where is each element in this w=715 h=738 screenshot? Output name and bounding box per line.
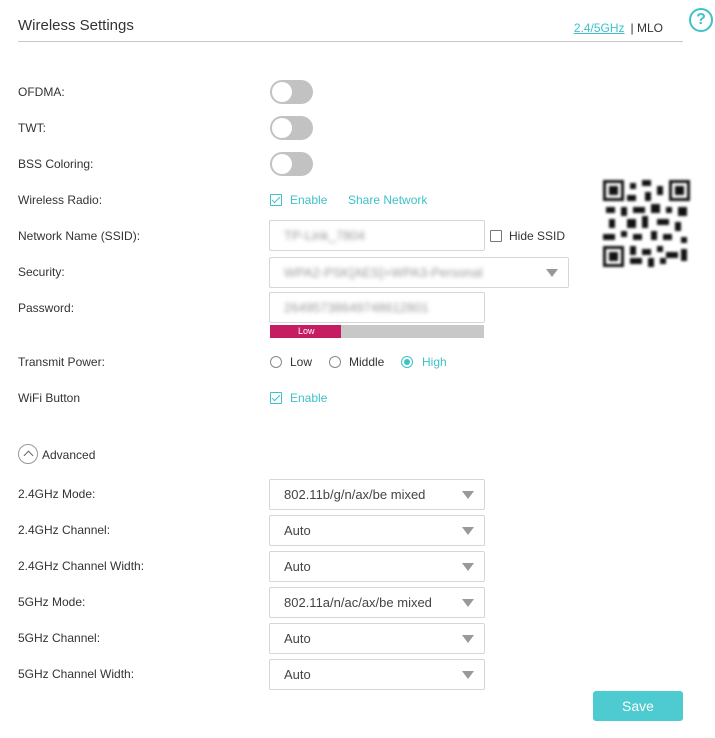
width-24g-label: 2.4GHz Channel Width: (18, 559, 145, 573)
mode-5g-select[interactable]: 802.11a/n/ac/ax/be mixed (269, 587, 485, 618)
password-input[interactable]: 26495738649748612801 (269, 292, 485, 323)
ofdma-label: OFDMA: (18, 85, 65, 99)
toggle-knob (272, 118, 292, 138)
power-middle-label[interactable]: Middle (349, 355, 384, 369)
ssid-label: Network Name (SSID): (18, 229, 141, 243)
chevron-down-icon (546, 269, 558, 277)
page-title: Wireless Settings (18, 17, 134, 34)
mode-24g-label: 2.4GHz Mode: (18, 487, 96, 501)
twt-label: TWT: (18, 121, 46, 135)
width-24g-select[interactable]: Auto (269, 551, 485, 582)
wifi-button-enable-label[interactable]: Enable (290, 391, 327, 405)
page-header: Wireless Settings 2.4/5GHz | MLO (18, 14, 683, 42)
chevron-down-icon (462, 599, 474, 607)
channel-24g-select[interactable]: Auto (269, 515, 485, 546)
chevron-down-icon (462, 563, 474, 571)
help-icon[interactable]: ? (689, 8, 713, 32)
width-24g-value: Auto (284, 559, 311, 574)
hide-ssid-checkbox[interactable] (490, 230, 502, 242)
password-strength-fill: Low (270, 325, 341, 338)
save-button[interactable]: Save (593, 691, 683, 721)
bss-coloring-toggle[interactable] (270, 152, 313, 176)
security-select[interactable]: WPA2-PSK[AES]+WPA3-Personal (269, 257, 569, 288)
share-network-link[interactable]: Share Network (348, 193, 427, 207)
channel-5g-label: 5GHz Channel: (18, 631, 101, 645)
advanced-collapse-icon[interactable] (18, 444, 38, 464)
twt-toggle[interactable] (270, 116, 313, 140)
wireless-radio-enable-label[interactable]: Enable (290, 193, 327, 207)
wifi-button-enable-checkbox[interactable] (270, 392, 282, 404)
transmit-power-label: Transmit Power: (18, 355, 105, 369)
wireless-radio-label: Wireless Radio: (18, 193, 103, 207)
chevron-down-icon (462, 491, 474, 499)
ssid-input[interactable]: TP-Link_7804 (269, 220, 485, 251)
band-link-2g5g[interactable]: 2.4/5GHz (574, 21, 625, 35)
width-5g-value: Auto (284, 667, 311, 682)
chevron-down-icon (462, 527, 474, 535)
power-low-label[interactable]: Low (290, 355, 312, 369)
chevron-down-icon (462, 635, 474, 643)
bss-coloring-label: BSS Coloring: (18, 157, 94, 171)
chevron-down-icon (462, 671, 474, 679)
ofdma-toggle[interactable] (270, 80, 313, 104)
advanced-toggle-label[interactable]: Advanced (42, 448, 95, 462)
password-label: Password: (18, 301, 75, 315)
channel-5g-value: Auto (284, 631, 311, 646)
security-label: Security: (18, 265, 65, 279)
mode-24g-value: 802.11b/g/n/ax/be mixed (284, 487, 426, 502)
band-links: 2.4/5GHz | MLO (574, 21, 663, 35)
qr-code-icon (603, 180, 690, 267)
ssid-value: TP-Link_7804 (284, 228, 365, 243)
width-5g-label: 5GHz Channel Width: (18, 667, 135, 681)
password-strength-bar: Low (270, 325, 484, 338)
power-high-radio[interactable] (401, 356, 413, 368)
mode-5g-label: 5GHz Mode: (18, 595, 86, 609)
wireless-radio-enable-checkbox[interactable] (270, 194, 282, 206)
channel-24g-value: Auto (284, 523, 311, 538)
password-value: 26495738649748612801 (284, 300, 429, 315)
power-high-label[interactable]: High (422, 355, 447, 369)
security-value: WPA2-PSK[AES]+WPA3-Personal (284, 265, 483, 280)
channel-24g-label: 2.4GHz Channel: (18, 523, 111, 537)
toggle-knob (272, 82, 292, 102)
wifi-button-label: WiFi Button (18, 391, 81, 405)
power-middle-radio[interactable] (329, 356, 341, 368)
channel-5g-select[interactable]: Auto (269, 623, 485, 654)
power-low-radio[interactable] (270, 356, 282, 368)
mode-24g-select[interactable]: 802.11b/g/n/ax/be mixed (269, 479, 485, 510)
hide-ssid-label[interactable]: Hide SSID (509, 229, 565, 243)
toggle-knob (272, 154, 292, 174)
mode-5g-value: 802.11a/n/ac/ax/be mixed (284, 595, 432, 610)
width-5g-select[interactable]: Auto (269, 659, 485, 690)
band-link-mlo[interactable]: | MLO (631, 21, 663, 35)
